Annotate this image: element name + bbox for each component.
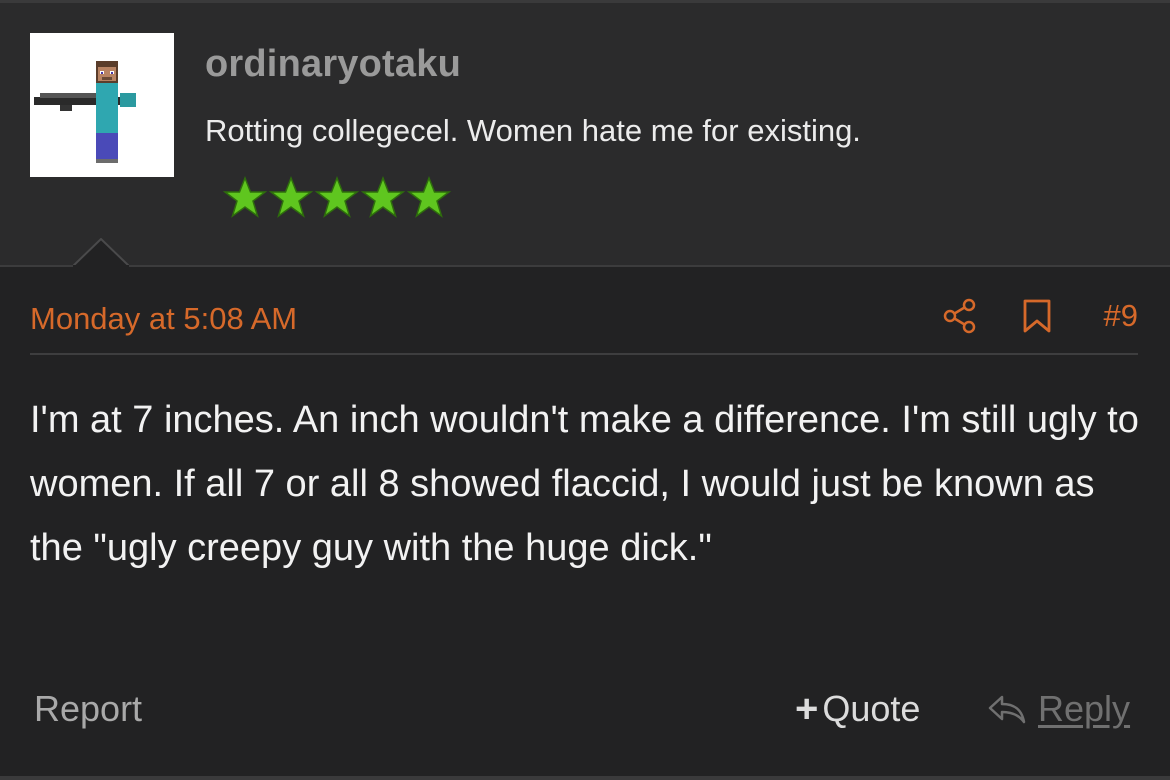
star-icon: [314, 175, 360, 218]
bookmark-icon[interactable]: [1022, 298, 1052, 334]
quote-button[interactable]: + Quote: [795, 688, 920, 730]
post-date[interactable]: Monday at 5:08 AM: [30, 301, 297, 337]
avatar[interactable]: [30, 33, 174, 177]
bottom-border: [0, 776, 1170, 780]
divider: [30, 353, 1138, 355]
rating-stars: [222, 175, 452, 225]
share-icon[interactable]: [942, 298, 978, 334]
star-icon: [406, 175, 452, 218]
user-info-header: ordinaryotaku Rotting collegecel. Women …: [0, 3, 1170, 267]
reply-icon: [988, 695, 1026, 724]
post-text: I'm at 7 inches. An inch wouldn't make a…: [30, 399, 1139, 569]
username[interactable]: ordinaryotaku: [205, 43, 461, 86]
plus-icon: +: [795, 687, 819, 731]
avatar-image: [34, 61, 136, 163]
reply-button[interactable]: Reply: [986, 688, 1130, 730]
reply-label: Reply: [1038, 688, 1131, 729]
header-pointer-caret: [73, 238, 129, 267]
post-body: I'm at 7 inches. An inch wouldn't make a…: [30, 388, 1142, 580]
star-icon: [268, 175, 314, 218]
quote-label: Quote: [822, 688, 921, 729]
post-number[interactable]: #9: [1104, 298, 1138, 334]
post-actions: #9: [942, 298, 1138, 334]
star-icon: [222, 175, 268, 218]
star-icon: [360, 175, 406, 218]
report-link[interactable]: Report: [34, 688, 142, 730]
user-title: Rotting collegecel. Women hate me for ex…: [205, 113, 861, 148]
